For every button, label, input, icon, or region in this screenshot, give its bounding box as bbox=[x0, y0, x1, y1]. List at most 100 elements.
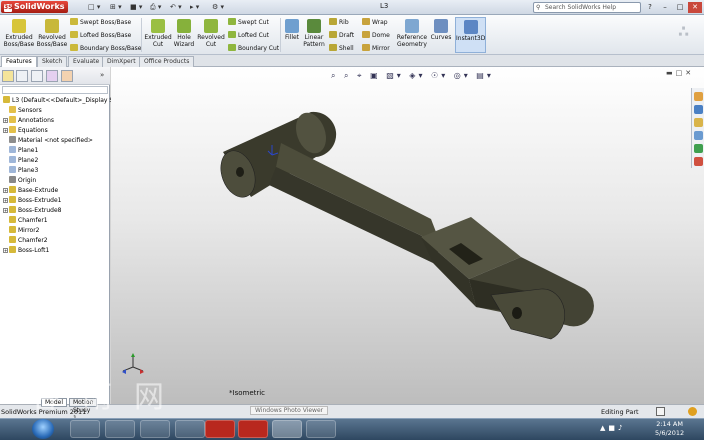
lofted-cut-button[interactable]: Lofted Cut bbox=[228, 31, 269, 40]
feature-tree-tab-icon[interactable] bbox=[2, 70, 14, 82]
tab-features[interactable]: Features bbox=[1, 56, 37, 67]
tab-office-products[interactable]: Office Products bbox=[139, 56, 195, 67]
tree-item[interactable]: + Boss-Extrude8 bbox=[3, 206, 62, 216]
mirror-button[interactable]: Mirror bbox=[362, 44, 390, 53]
taskbar-solidworks-2-icon[interactable] bbox=[238, 420, 268, 438]
graphics-viewport[interactable]: ⌕ ⌕ ⌖ ▣ ▧▾ ◈▾ ☉▾ ◎▾ ▤▾ ▬□✕ *Isometric bbox=[111, 67, 704, 404]
extruded-cut-button[interactable]: Extruded Cut bbox=[144, 19, 172, 48]
search-input[interactable]: Search SolidWorks Help bbox=[533, 2, 641, 13]
quick-access-new[interactable]: □ ▾ bbox=[88, 2, 100, 13]
mirror-label: Mirror bbox=[372, 45, 390, 52]
tree-item[interactable]: Material <not specified> bbox=[3, 136, 93, 146]
file-explorer-icon[interactable] bbox=[694, 118, 703, 127]
tab-dimxpert[interactable]: DimXpert bbox=[102, 56, 141, 67]
taskbar-explorer-icon[interactable] bbox=[105, 420, 135, 438]
fork-pin-hole bbox=[512, 307, 522, 319]
linear-pattern-button[interactable]: Linear Pattern bbox=[302, 19, 326, 48]
minimize-button[interactable]: – bbox=[658, 2, 672, 13]
tree-item[interactable]: + Boss-Loft1 bbox=[3, 246, 49, 256]
restore-button[interactable]: □ bbox=[673, 2, 687, 13]
configuration-manager-tab-icon[interactable] bbox=[31, 70, 43, 82]
tree-item[interactable]: + Equations bbox=[3, 126, 48, 136]
dome-button[interactable]: Dome bbox=[362, 31, 390, 40]
taskbar-app-icon[interactable] bbox=[175, 420, 205, 438]
hole-wizard-button[interactable]: Hole Wizard bbox=[172, 19, 196, 48]
left-hub-hole bbox=[236, 167, 244, 177]
wrap-button[interactable]: Wrap bbox=[362, 18, 388, 27]
expand-icon[interactable]: + bbox=[3, 248, 8, 253]
view-triad-icon bbox=[122, 355, 144, 372]
quick-access-open[interactable]: ⊞ ▾ bbox=[110, 2, 122, 13]
tab-sketch[interactable]: Sketch bbox=[37, 56, 68, 67]
tree-item[interactable]: Chamfer2 bbox=[3, 236, 48, 246]
draft-button[interactable]: Draft bbox=[329, 31, 354, 40]
swept-cut-button[interactable]: Swept Cut bbox=[228, 18, 269, 27]
dimxpert-manager-tab-icon[interactable] bbox=[46, 70, 58, 82]
system-tray-icons[interactable]: ▲■♪ bbox=[600, 424, 625, 432]
expand-icon[interactable]: + bbox=[3, 188, 8, 193]
curves-button[interactable]: Curves bbox=[430, 19, 452, 41]
tree-item[interactable]: Origin bbox=[3, 176, 36, 186]
custom-properties-icon[interactable] bbox=[694, 157, 703, 166]
tree-item-label: Plane1 bbox=[18, 147, 39, 154]
quick-access-undo[interactable]: ↶ ▾ bbox=[170, 2, 182, 13]
taskbar-photo-viewer-icon[interactable] bbox=[272, 420, 302, 438]
boundary-cut-button[interactable]: Boundary Cut bbox=[228, 44, 279, 53]
quick-access-options[interactable]: ⚙ ▾ bbox=[212, 2, 224, 13]
tree-item[interactable]: + Annotations bbox=[3, 116, 54, 126]
tree-item[interactable]: Sensors bbox=[3, 106, 42, 116]
boundary-boss-button[interactable]: Boundary Boss/Base bbox=[70, 44, 141, 53]
tree-item-label: Base-Extrude bbox=[18, 187, 59, 194]
close-button[interactable]: ✕ bbox=[688, 2, 702, 13]
revolved-boss-icon bbox=[45, 19, 59, 33]
expand-icon[interactable]: + bbox=[3, 198, 8, 203]
reference-geometry-button[interactable]: Reference Geometry bbox=[396, 19, 428, 48]
revolved-boss-button[interactable]: Revolved Boss/Base bbox=[36, 19, 68, 48]
resources-icon[interactable] bbox=[694, 92, 703, 101]
rebuild-icon[interactable] bbox=[656, 407, 665, 416]
taskbar-ie-icon[interactable] bbox=[70, 420, 100, 438]
tree-item[interactable]: + Boss-Extrude1 bbox=[3, 196, 62, 206]
quick-access-select[interactable]: ▸ ▾ bbox=[190, 2, 199, 13]
expand-icon[interactable]: + bbox=[3, 208, 8, 213]
start-button-icon[interactable] bbox=[32, 419, 54, 439]
taskbar-solidworks-icon[interactable] bbox=[205, 420, 235, 438]
taskbar-clock[interactable]: 2:14 AM 5/6/2012 bbox=[655, 420, 684, 438]
tree-item[interactable]: Plane1 bbox=[3, 146, 38, 156]
tree-item[interactable]: + Base-Extrude bbox=[3, 186, 58, 196]
tree-filter-input[interactable] bbox=[2, 86, 108, 94]
expand-panel-icon[interactable]: » bbox=[100, 71, 104, 79]
solidworks-logo[interactable]: 3S SolidWorks bbox=[1, 1, 68, 13]
revolved-cut-button[interactable]: Revolved Cut bbox=[197, 19, 225, 48]
expand-icon[interactable]: + bbox=[3, 128, 8, 133]
swept-boss-button[interactable]: Swept Boss/Base bbox=[70, 18, 131, 27]
fillet-button[interactable]: Fillet bbox=[283, 19, 301, 41]
display-manager-tab-icon[interactable] bbox=[61, 70, 73, 82]
property-manager-tab-icon[interactable] bbox=[16, 70, 28, 82]
design-library-icon[interactable] bbox=[694, 105, 703, 114]
appearances-icon[interactable] bbox=[694, 144, 703, 153]
taskbar-media-icon[interactable] bbox=[140, 420, 170, 438]
shell-button[interactable]: Shell bbox=[329, 44, 354, 53]
lofted-boss-button[interactable]: Lofted Boss/Base bbox=[70, 31, 131, 40]
tab-evaluate[interactable]: Evaluate bbox=[68, 56, 105, 67]
expand-icon[interactable]: + bbox=[3, 118, 8, 123]
tree-root-part[interactable]: L3 (Default<<Default>_Display St bbox=[3, 96, 116, 106]
instant3d-button[interactable]: Instant3D bbox=[455, 17, 486, 53]
quick-access-print[interactable]: ⎙ ▾ bbox=[150, 2, 161, 13]
view-palette-icon[interactable] bbox=[694, 131, 703, 140]
help-button[interactable]: ? bbox=[643, 2, 657, 13]
shell-label: Shell bbox=[339, 45, 354, 52]
extruded-boss-button[interactable]: Extruded Boss/Base bbox=[3, 19, 35, 48]
quick-access-save[interactable]: ■ ▾ bbox=[130, 2, 142, 13]
tree-item[interactable]: Mirror2 bbox=[3, 226, 40, 236]
tree-item[interactable]: Chamfer1 bbox=[3, 216, 48, 226]
tree-item[interactable]: Plane2 bbox=[3, 156, 38, 166]
task-pane-strip bbox=[691, 88, 704, 168]
feature-icon bbox=[9, 136, 16, 143]
tree-item[interactable]: Plane3 bbox=[3, 166, 38, 176]
rib-button[interactable]: Rib bbox=[329, 18, 349, 27]
help-status-icon[interactable] bbox=[688, 407, 697, 416]
tree-item-label: Chamfer1 bbox=[18, 217, 48, 224]
taskbar-other-icon[interactable] bbox=[306, 420, 336, 438]
